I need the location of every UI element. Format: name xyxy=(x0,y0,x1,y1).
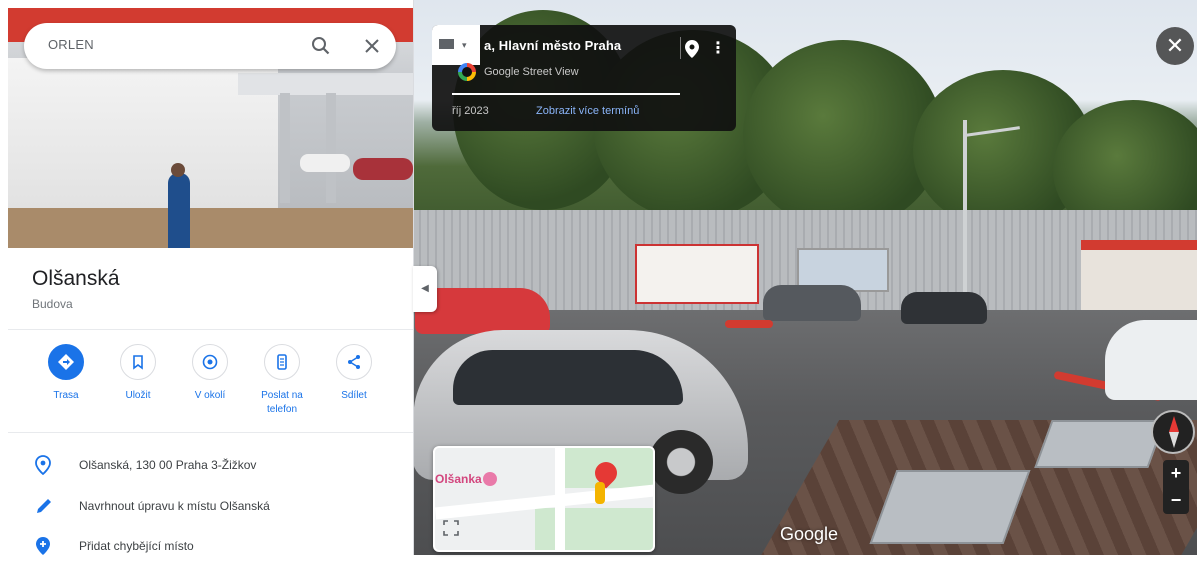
timeline-bar[interactable] xyxy=(452,93,680,95)
send-to-phone-button[interactable]: Poslat na telefon xyxy=(252,344,312,417)
bookmark-icon xyxy=(120,344,156,380)
directions-label: Trasa xyxy=(53,390,79,401)
nearby-label: V okolí xyxy=(194,390,226,401)
tree xyxy=(743,40,943,230)
compass-north-needle xyxy=(1169,416,1179,432)
search-input[interactable]: ORLEN xyxy=(48,37,94,52)
edit-pencil-icon xyxy=(34,496,54,516)
send-to-phone-icon xyxy=(264,344,300,380)
person xyxy=(168,173,190,248)
directions-icon xyxy=(48,344,84,380)
location-pin-icon xyxy=(34,455,54,476)
person-head xyxy=(171,163,185,177)
zoom-in-button[interactable]: + xyxy=(1163,460,1189,487)
directions-button[interactable]: Trasa xyxy=(36,344,96,403)
suggest-edit-text: Navrhnout úpravu k místu Olšanská xyxy=(79,499,270,513)
ground-plate xyxy=(869,470,1031,544)
pegman-icon xyxy=(595,482,605,504)
expand-icon[interactable] xyxy=(443,520,459,536)
floor xyxy=(8,208,413,248)
pillar xyxy=(280,93,290,203)
nearby-icon xyxy=(192,344,228,380)
minimap-place-label: Olšanka xyxy=(435,472,482,486)
close-icon[interactable] xyxy=(360,34,384,58)
street-view-info-card: ▾ a, Hlavní město Praha Google Street Vi… xyxy=(432,25,736,131)
pillar xyxy=(326,93,336,203)
nearby-button[interactable]: V okolí xyxy=(180,344,240,403)
divider xyxy=(8,329,413,330)
parked-car xyxy=(901,292,987,324)
caret-down-icon: ▾ xyxy=(462,40,467,50)
barrier xyxy=(725,320,773,328)
parked-car xyxy=(763,285,861,321)
fuel-station-building xyxy=(1081,240,1197,320)
save-label: Uložit xyxy=(125,390,151,401)
close-street-view-button[interactable]: ✕ xyxy=(1156,27,1194,65)
google-watermark: Google xyxy=(780,524,839,544)
map-road xyxy=(555,448,565,550)
more-options-icon[interactable]: ⋮ xyxy=(710,38,726,58)
share-button[interactable]: Sdílet xyxy=(324,344,384,403)
white-car xyxy=(1105,320,1197,400)
compass-icon[interactable] xyxy=(1151,410,1195,454)
street-lamp xyxy=(963,120,967,300)
street-view-thumbnail-toggle[interactable]: ▾ xyxy=(432,25,480,65)
search-icon[interactable] xyxy=(309,34,333,58)
car-wheel xyxy=(649,430,713,494)
capture-date: říj 2023 xyxy=(452,105,489,117)
place-details-panel: ORLEN Olšanská Budova Trasa Uložit V oko… xyxy=(0,0,414,555)
divider xyxy=(680,37,681,59)
billboard xyxy=(635,244,759,304)
canopy-roof xyxy=(238,73,413,95)
park-area xyxy=(535,508,653,550)
place-title: Olšanská xyxy=(32,267,120,290)
divider xyxy=(8,432,413,433)
collapse-panel-button[interactable]: ◀ xyxy=(413,266,437,312)
send-to-phone-label: Poslat na telefon xyxy=(261,390,303,415)
share-icon xyxy=(336,344,372,380)
street-view-location-title: a, Hlavní město Praha xyxy=(484,38,622,53)
white-car xyxy=(300,154,350,172)
more-dates-link[interactable]: Zobrazit více termínů xyxy=(536,105,639,117)
search-box[interactable]: ORLEN xyxy=(24,23,396,69)
image-icon xyxy=(439,39,454,49)
compass-south-needle xyxy=(1169,432,1179,448)
street-view-source: Google Street View xyxy=(484,66,579,78)
zoom-control: + − xyxy=(1163,460,1189,514)
pink-place-pin-icon xyxy=(483,472,497,486)
google-g-icon xyxy=(458,63,476,81)
car-window xyxy=(453,350,683,405)
place-category: Budova xyxy=(32,297,73,311)
save-button[interactable]: Uložit xyxy=(108,344,168,403)
red-car xyxy=(353,158,413,180)
address-text: Olšanská, 130 00 Praha 3-Žižkov xyxy=(79,458,257,472)
location-pin-icon[interactable] xyxy=(685,40,699,62)
ground-plate xyxy=(1034,420,1166,468)
minimap[interactable]: Olšanka xyxy=(433,446,655,552)
share-label: Sdílet xyxy=(341,390,367,401)
add-place-icon xyxy=(34,536,54,556)
zoom-out-button[interactable]: − xyxy=(1163,487,1189,514)
add-missing-place-text: Přidat chybějící místo xyxy=(79,539,194,553)
